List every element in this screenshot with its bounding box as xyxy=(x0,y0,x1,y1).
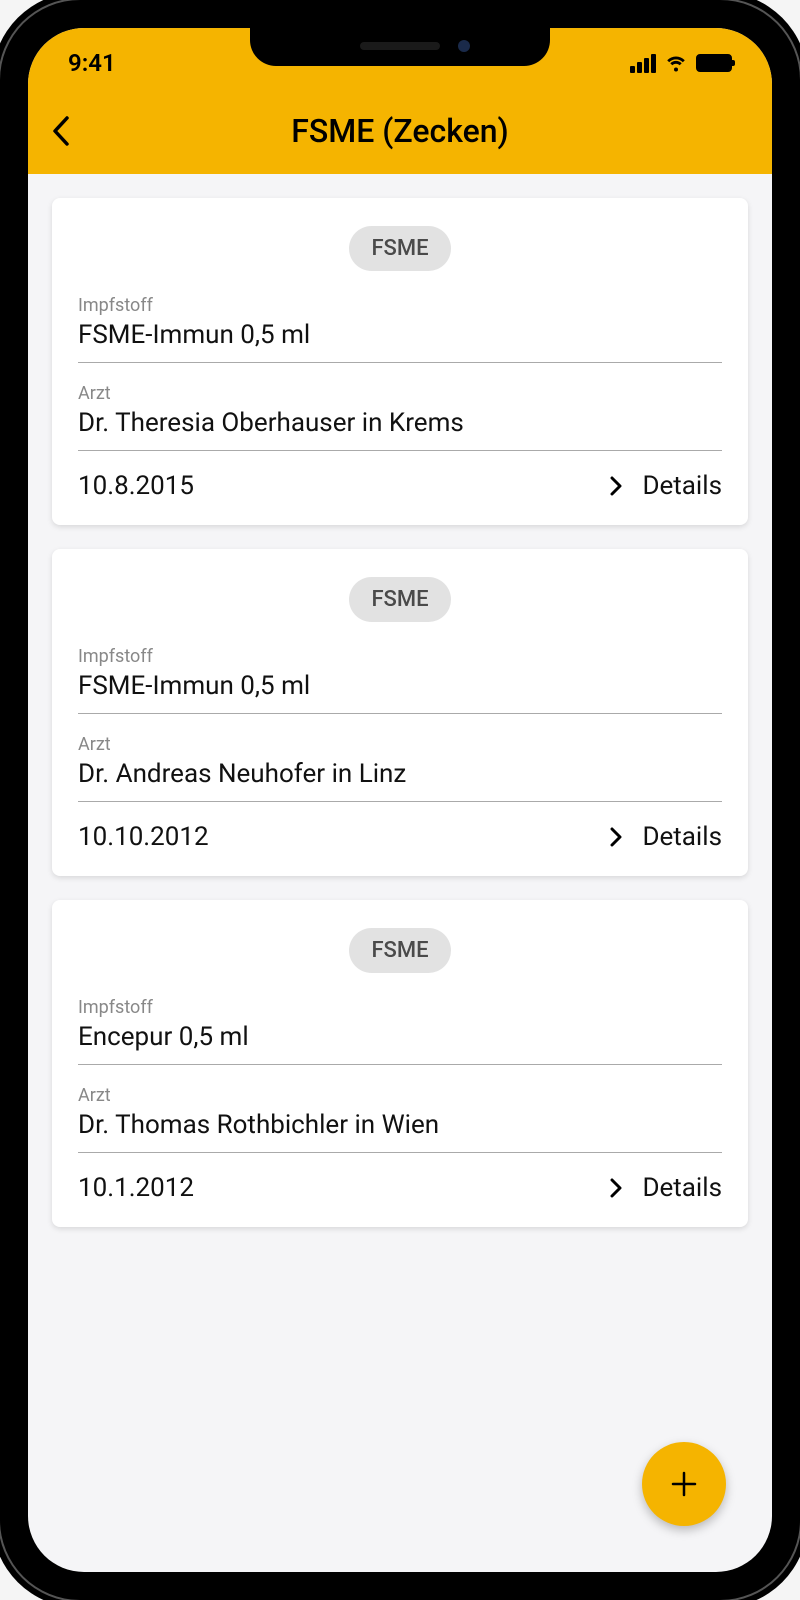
vaccine-value: FSME-Immun 0,5 ml xyxy=(78,671,722,714)
vaccine-value: FSME-Immun 0,5 ml xyxy=(78,320,722,363)
phone-notch xyxy=(250,22,550,66)
doctor-value: Dr. Theresia Oberhauser in Krems xyxy=(78,408,722,451)
details-label: Details xyxy=(642,471,722,501)
wifi-icon xyxy=(664,49,688,77)
vaccination-card: FSME Impfstoff Encepur 0,5 ml Arzt Dr. T… xyxy=(52,900,748,1227)
vaccine-type-chip: FSME xyxy=(349,577,450,622)
vaccine-label: Impfstoff xyxy=(78,295,722,316)
doctor-label: Arzt xyxy=(78,383,722,404)
plus-icon xyxy=(669,1469,699,1499)
content-area: FSME Impfstoff FSME-Immun 0,5 ml Arzt Dr… xyxy=(28,174,772,1572)
screen: 9:41 FSME (Zecken) xyxy=(28,28,772,1572)
page-title: FSME (Zecken) xyxy=(52,112,748,150)
vaccination-date: 10.10.2012 xyxy=(78,822,209,852)
doctor-value: Dr. Thomas Rothbichler in Wien xyxy=(78,1110,722,1153)
battery-icon xyxy=(696,54,732,72)
phone-frame: 9:41 FSME (Zecken) xyxy=(0,0,800,1600)
chevron-left-icon xyxy=(52,116,70,146)
details-label: Details xyxy=(642,822,722,852)
vaccine-type-chip: FSME xyxy=(349,928,450,973)
app-header: FSME (Zecken) xyxy=(28,88,772,174)
status-icons xyxy=(630,49,732,77)
vaccine-label: Impfstoff xyxy=(78,997,722,1018)
details-button[interactable]: Details xyxy=(610,471,722,501)
vaccine-label: Impfstoff xyxy=(78,646,722,667)
card-footer: 10.8.2015 Details xyxy=(78,471,722,501)
chevron-right-icon xyxy=(610,1178,622,1198)
vaccination-date: 10.1.2012 xyxy=(78,1173,194,1203)
chevron-right-icon xyxy=(610,476,622,496)
phone-bezel: 9:41 FSME (Zecken) xyxy=(22,22,778,1578)
vaccination-card: FSME Impfstoff FSME-Immun 0,5 ml Arzt Dr… xyxy=(52,549,748,876)
status-time: 9:41 xyxy=(68,49,116,77)
add-button[interactable] xyxy=(642,1442,726,1526)
details-button[interactable]: Details xyxy=(610,1173,722,1203)
vaccination-card: FSME Impfstoff FSME-Immun 0,5 ml Arzt Dr… xyxy=(52,198,748,525)
doctor-label: Arzt xyxy=(78,1085,722,1106)
cellular-signal-icon xyxy=(630,54,656,73)
card-footer: 10.10.2012 Details xyxy=(78,822,722,852)
vaccine-type-chip: FSME xyxy=(349,226,450,271)
details-button[interactable]: Details xyxy=(610,822,722,852)
card-footer: 10.1.2012 Details xyxy=(78,1173,722,1203)
chevron-right-icon xyxy=(610,827,622,847)
back-button[interactable] xyxy=(52,109,96,153)
details-label: Details xyxy=(642,1173,722,1203)
doctor-label: Arzt xyxy=(78,734,722,755)
doctor-value: Dr. Andreas Neuhofer in Linz xyxy=(78,759,722,802)
vaccination-date: 10.8.2015 xyxy=(78,471,194,501)
vaccine-value: Encepur 0,5 ml xyxy=(78,1022,722,1065)
